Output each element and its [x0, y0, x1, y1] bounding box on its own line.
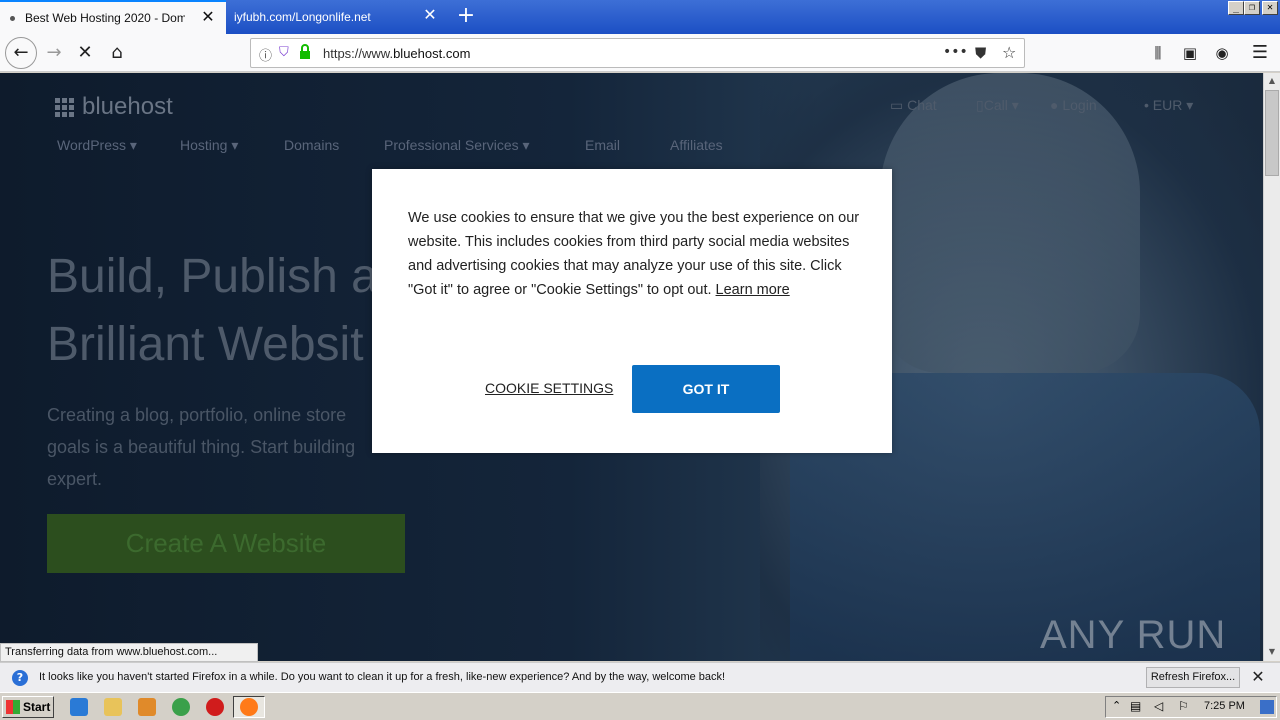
- tab-inactive[interactable]: iyfubh.com/Longonlife.net ✕: [226, 0, 448, 34]
- cookie-message-text: We use cookies to ensure that we give yo…: [408, 210, 860, 298]
- cookie-modal: We use cookies to ensure that we give yo…: [372, 169, 892, 453]
- notification-text: It looks like you haven't started Firefo…: [39, 671, 726, 683]
- home-button[interactable]: ⌂: [103, 39, 131, 67]
- chrome-icon[interactable]: [172, 698, 190, 716]
- nav-domains[interactable]: Domains: [284, 137, 339, 153]
- close-notification-icon[interactable]: ✕: [1250, 669, 1266, 685]
- logo-text: bluehost: [82, 93, 173, 120]
- page-scrollbar[interactable]: ▲ ▼: [1263, 73, 1280, 661]
- nav-label: Professional Services: [384, 137, 519, 153]
- tab-strip: Best Web Hosting 2020 - Domains ✕ iyfubh…: [0, 0, 1280, 34]
- forward-button[interactable]: →: [40, 39, 68, 67]
- info-icon[interactable]: ⓘ: [259, 45, 272, 64]
- sidebar-icon[interactable]: ▣: [1176, 39, 1204, 67]
- pocket-icon[interactable]: ⛊: [975, 44, 986, 62]
- close-tab-icon[interactable]: ✕: [422, 8, 438, 24]
- stop-button[interactable]: ✕: [71, 39, 99, 67]
- clock[interactable]: 7:25 PM: [1204, 700, 1245, 712]
- nav-label: WordPress: [57, 137, 126, 153]
- close-tab-icon[interactable]: ✕: [200, 10, 216, 26]
- scroll-down-arrow-icon[interactable]: ▼: [1265, 645, 1279, 659]
- url-prefix: https://www.: [323, 46, 394, 61]
- hero-title: Build, Publish a Brilliant Websit: [47, 243, 377, 379]
- anyrun-watermark: ANY RUN: [1040, 613, 1227, 657]
- opera-icon[interactable]: [206, 698, 224, 716]
- show-desktop-icon[interactable]: [1260, 700, 1274, 714]
- new-tab-button[interactable]: +: [454, 4, 478, 28]
- url-bar[interactable]: ⓘ ⛉ https://www.bluehost.com ••• ⛊ ☆: [250, 38, 1025, 68]
- nav-email[interactable]: Email: [585, 137, 620, 153]
- account-icon[interactable]: ◉: [1208, 39, 1236, 67]
- ie-icon[interactable]: [70, 698, 88, 716]
- system-tray: ⌃ ▤ ◁ ⚐ 7:25 PM: [1105, 696, 1277, 718]
- hero-subtitle: Creating a blog, portfolio, online store…: [47, 399, 377, 495]
- scroll-thumb[interactable]: [1265, 90, 1279, 176]
- volume-icon[interactable]: ◁: [1154, 699, 1163, 713]
- create-website-button[interactable]: Create A Website: [47, 514, 405, 573]
- user-icon: ●: [1050, 97, 1063, 113]
- network-icon[interactable]: ▤: [1130, 699, 1141, 713]
- bookmark-star-icon[interactable]: ☆: [1002, 43, 1016, 62]
- chat-label: Chat: [907, 97, 937, 113]
- lock-icon[interactable]: [299, 44, 311, 59]
- media-player-icon[interactable]: [138, 698, 156, 716]
- url-domain: bluehost.com: [393, 46, 471, 61]
- currency-label: EUR: [1152, 97, 1183, 113]
- tab-title: Best Web Hosting 2020 - Domains: [25, 11, 185, 25]
- cookie-settings-button[interactable]: COOKIE SETTINGS: [485, 380, 613, 396]
- start-button[interactable]: Start: [2, 696, 54, 718]
- back-button[interactable]: ←: [5, 37, 37, 69]
- hero-image-hood: [880, 73, 1140, 373]
- restore-button[interactable]: ❐: [1244, 1, 1260, 15]
- hero-title-line2: Brilliant Websit: [47, 318, 364, 371]
- close-window-button[interactable]: ✕: [1262, 1, 1278, 15]
- menu-icon[interactable]: ☰: [1246, 39, 1274, 67]
- login-link[interactable]: ● Login: [1050, 97, 1097, 113]
- flag-icon: •: [1144, 97, 1153, 113]
- firefox-taskbar-button[interactable]: [233, 696, 265, 718]
- logo-grid-icon: [55, 97, 74, 117]
- url-text[interactable]: https://www.bluehost.com: [323, 46, 470, 61]
- currency-selector[interactable]: • EUR ▾: [1144, 97, 1193, 114]
- call-link[interactable]: ▯Call ▾: [976, 97, 1019, 114]
- page-actions-icon[interactable]: •••: [943, 44, 968, 60]
- chat-link[interactable]: ▭ Chat: [890, 97, 937, 114]
- call-label: Call: [983, 97, 1008, 113]
- question-icon: ?: [12, 670, 28, 686]
- cookie-message: We use cookies to ensure that we give yo…: [408, 206, 860, 302]
- action-center-flag-icon[interactable]: ⚐: [1178, 699, 1189, 713]
- hero-subtitle-line2: goals is a beautiful thing. Start buildi…: [47, 437, 356, 457]
- nav-hosting[interactable]: Hosting ▾: [180, 137, 238, 154]
- firefox-icon: [240, 698, 258, 716]
- nav-professional-services[interactable]: Professional Services ▾: [384, 137, 530, 154]
- tab-active[interactable]: Best Web Hosting 2020 - Domains ✕: [0, 0, 226, 34]
- tab-title: iyfubh.com/Longonlife.net: [234, 10, 371, 24]
- chat-icon: ▭: [890, 97, 908, 113]
- login-label: Login: [1062, 97, 1097, 113]
- folder-icon[interactable]: [104, 698, 122, 716]
- refresh-firefox-button[interactable]: Refresh Firefox...: [1146, 667, 1240, 688]
- got-it-button[interactable]: GOT IT: [632, 365, 780, 413]
- scroll-up-arrow-icon[interactable]: ▲: [1265, 74, 1279, 88]
- tray-expand-icon[interactable]: ⌃: [1112, 699, 1121, 712]
- phone-icon: ▯: [976, 97, 984, 113]
- windows-flag-icon: [6, 700, 20, 714]
- nav-toolbar: ← → ✕ ⌂ ⓘ ⛉ https://www.bluehost.com •••…: [0, 34, 1280, 72]
- learn-more-link[interactable]: Learn more: [716, 282, 790, 298]
- hero-title-line1: Build, Publish a: [47, 250, 377, 303]
- hero-subtitle-line1: Creating a blog, portfolio, online store: [47, 405, 347, 425]
- notification-bar: ? It looks like you haven't started Fire…: [0, 662, 1280, 692]
- minimize-button[interactable]: _: [1228, 1, 1244, 15]
- library-icon[interactable]: ⫼: [1144, 39, 1172, 67]
- nav-affiliates[interactable]: Affiliates: [670, 137, 723, 153]
- hero-subtitle-line3: expert.: [47, 469, 103, 489]
- loading-dot-icon: [10, 15, 15, 21]
- status-text: Transferring data from www.bluehost.com.…: [0, 643, 258, 662]
- site-logo[interactable]: bluehost: [55, 93, 173, 121]
- start-label: Start: [23, 700, 51, 714]
- nav-wordpress[interactable]: WordPress ▾: [57, 137, 137, 154]
- taskbar: Start ⌃ ▤ ◁ ⚐ 7:25 PM: [0, 692, 1280, 720]
- shield-icon[interactable]: ⛉: [279, 45, 289, 60]
- nav-label: Hosting: [180, 137, 228, 153]
